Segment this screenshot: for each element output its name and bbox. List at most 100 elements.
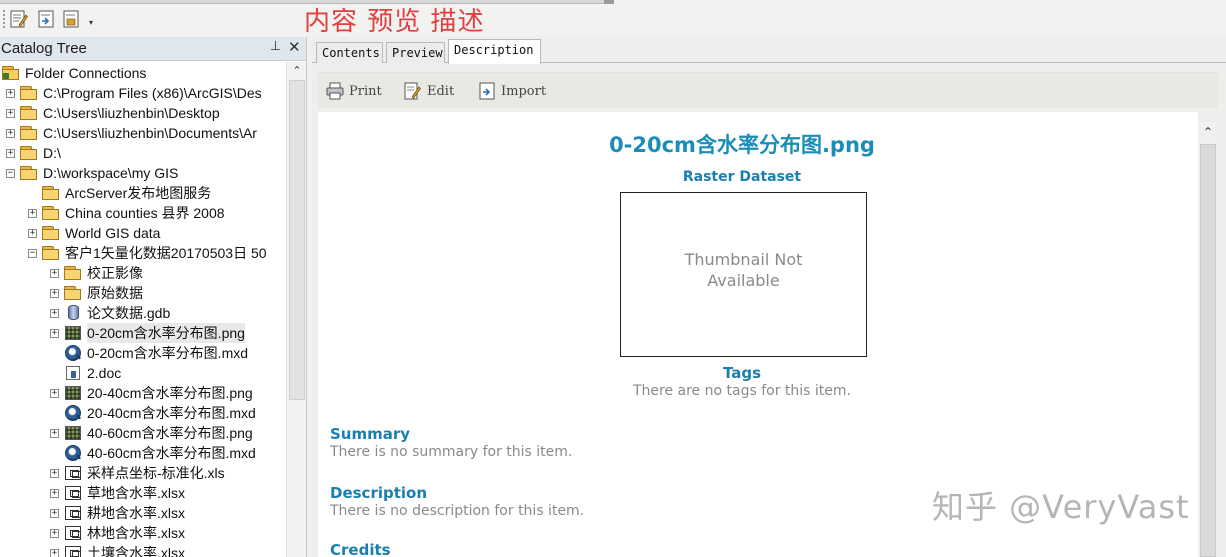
toolbar-grip[interactable]: [3, 10, 6, 28]
catalog-tree: Folder Connections + C:\Program Files (x86…: [0, 62, 286, 557]
top-toolbar: ▾ 内容 预览 描述: [0, 0, 1226, 37]
expand-icon[interactable]: +: [50, 528, 59, 538]
tree-item[interactable]: +40-60cm含水率分布图.png: [50, 423, 253, 443]
tree-item-label: D:\: [43, 145, 61, 161]
description-scrollbar[interactable]: ⌃: [1198, 122, 1218, 557]
pin-icon[interactable]: ⊥: [270, 39, 281, 54]
tags-heading: Tags: [722, 364, 762, 382]
top-scrollbar-thumb[interactable]: [604, 0, 614, 4]
tree-item[interactable]: + 原始数据: [50, 283, 143, 303]
expand-icon[interactable]: +: [6, 108, 15, 118]
tree-item[interactable]: + C:\Users\liuzhenbin\Desktop: [6, 103, 220, 123]
watermark-text: 知乎 @VeryVast: [932, 488, 1190, 526]
toolbar-options-chevron-icon[interactable]: ▾: [86, 17, 96, 29]
tree-item[interactable]: + 土壤含水率.xlsx: [50, 543, 185, 557]
summary-text: There is no summary for this item.: [330, 444, 573, 460]
tree-item-label: C:\Users\liuzhenbin\Desktop: [43, 105, 220, 121]
collapse-icon[interactable]: −: [6, 168, 15, 178]
expand-icon[interactable]: +: [50, 428, 59, 438]
scroll-up-arrow-icon[interactable]: ⌃: [287, 64, 307, 78]
tree-item-label: World GIS data: [65, 225, 161, 241]
content-panel: Contents Preview Description Print Edit: [312, 37, 1226, 557]
tree-item[interactable]: 40-60cm含水率分布图.mxd: [50, 443, 256, 463]
tree-item[interactable]: + 校正影像: [50, 263, 143, 283]
import-label: Import: [501, 83, 547, 99]
import-metadata-icon[interactable]: [36, 8, 56, 30]
tree-item[interactable]: + 论文数据.gdb: [50, 303, 170, 323]
expand-icon[interactable]: +: [50, 268, 59, 278]
folder-icon: [42, 185, 60, 201]
table-icon: [64, 505, 82, 521]
word-document-icon: [64, 365, 82, 381]
tree-item[interactable]: + D:\: [6, 143, 61, 163]
thumbnail-box: Thumbnail Not Available: [620, 192, 867, 357]
tree-item[interactable]: + China counties 县界 2008: [28, 203, 225, 223]
expand-icon[interactable]: +: [50, 468, 59, 478]
expand-icon[interactable]: +: [28, 228, 37, 238]
import-button[interactable]: Import: [478, 81, 546, 101]
description-text: There is no description for this item.: [330, 503, 585, 519]
tree-item[interactable]: + World GIS data: [28, 223, 160, 243]
expand-icon[interactable]: +: [50, 388, 59, 398]
arccatalog-window: ▾ 内容 预览 描述 Catalog Tree ⊥ ✕ Folder Conne…: [0, 0, 1226, 557]
tags-text: There are no tags for this item.: [632, 383, 851, 399]
edit-metadata-icon[interactable]: [9, 8, 29, 30]
folder-connection-icon: [2, 65, 20, 81]
item-type: Raster Dataset: [682, 169, 802, 185]
tree-item[interactable]: + 采样点坐标-标准化.xls: [50, 463, 225, 483]
tree-item[interactable]: Folder Connections: [2, 63, 146, 83]
scroll-up-arrow-icon[interactable]: ⌃: [1198, 125, 1218, 141]
tree-item[interactable]: + 林地含水率.xlsx: [50, 523, 185, 543]
description-toolbar: Print Edit Import: [318, 72, 1218, 108]
expand-icon[interactable]: +: [50, 308, 59, 318]
export-metadata-icon[interactable]: [61, 8, 81, 30]
folder-icon: [42, 205, 60, 221]
expand-icon[interactable]: +: [50, 548, 59, 557]
tree-item[interactable]: ArcServer发布地图服务: [28, 183, 211, 203]
tree-item-label: 论文数据.gdb: [87, 305, 171, 321]
raster-icon: [64, 325, 82, 341]
folder-icon: [64, 265, 82, 281]
tree-item-label: 40-60cm含水率分布图.mxd: [87, 445, 256, 461]
import-icon: [478, 82, 496, 100]
tree-item[interactable]: 20-40cm含水率分布图.mxd: [50, 403, 256, 423]
tree-item[interactable]: + 耕地含水率.xlsx: [50, 503, 185, 523]
credits-heading: Credits: [330, 541, 391, 557]
description-scroll-thumb[interactable]: [1200, 144, 1216, 557]
map-document-icon: [64, 445, 82, 461]
tree-item[interactable]: 2.doc: [50, 363, 121, 383]
tree-item-label: 40-60cm含水率分布图.png: [87, 425, 253, 441]
tree-item[interactable]: + 草地含水率.xlsx: [50, 483, 185, 503]
tab-preview[interactable]: Preview: [386, 42, 445, 63]
tree-item-label: 2.doc: [87, 365, 122, 381]
tree-item-label: 林地含水率.xlsx: [87, 525, 185, 541]
expand-icon[interactable]: +: [50, 488, 59, 498]
tree-item[interactable]: + C:\Users\liuzhenbin\Documents\Ar: [6, 123, 257, 143]
close-icon[interactable]: ✕: [288, 38, 301, 56]
expand-icon[interactable]: +: [6, 128, 15, 138]
table-icon: [64, 485, 82, 501]
tree-item[interactable]: − 客户1矢量化数据20170503日 50: [28, 243, 267, 263]
expand-icon[interactable]: +: [6, 148, 15, 158]
table-icon: [64, 525, 82, 541]
tree-item[interactable]: 0-20cm含水率分布图.mxd: [50, 343, 248, 363]
catalog-tree-scrollbar[interactable]: ⌃: [286, 62, 306, 557]
table-icon: [64, 465, 82, 481]
expand-icon[interactable]: +: [6, 88, 15, 98]
print-button[interactable]: Print: [326, 81, 382, 101]
expand-icon[interactable]: +: [50, 288, 59, 298]
map-document-icon: [64, 405, 82, 421]
edit-button[interactable]: Edit: [404, 81, 454, 101]
expand-icon[interactable]: +: [50, 328, 59, 338]
table-icon: [64, 545, 82, 557]
tree-item[interactable]: + C:\Program Files (x86)\ArcGIS\Des: [6, 83, 262, 103]
catalog-tree-scroll-thumb[interactable]: [289, 80, 305, 400]
collapse-icon[interactable]: −: [28, 248, 37, 258]
tree-item[interactable]: +20-40cm含水率分布图.png: [50, 383, 253, 403]
expand-icon[interactable]: +: [28, 208, 37, 218]
tree-item[interactable]: +0-20cm含水率分布图.png: [50, 323, 245, 343]
tab-description[interactable]: Description: [448, 39, 541, 64]
tab-contents[interactable]: Contents: [316, 42, 383, 63]
tree-item[interactable]: − D:\workspace\my GIS: [6, 163, 178, 183]
expand-icon[interactable]: +: [50, 508, 59, 518]
